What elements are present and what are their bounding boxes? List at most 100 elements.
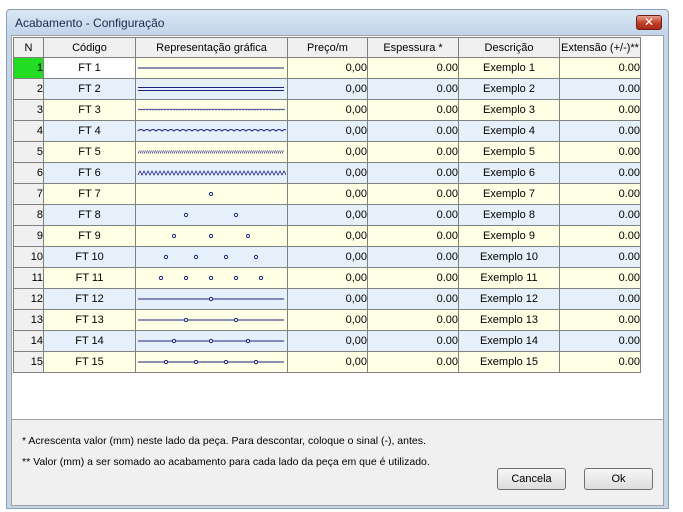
espessura-cell[interactable]: 0.00 [367,57,459,79]
header-espessura[interactable]: Espessura * [367,37,459,58]
pattern-cell[interactable] [135,246,288,268]
extensao-cell[interactable]: 0.00 [559,246,641,268]
table-row[interactable]: 12 FT 12 0,00 0.00 Exemplo 12 0.00 [13,288,641,310]
pattern-cell[interactable] [135,330,288,352]
descricao-cell[interactable]: Exemplo 5 [458,141,560,163]
table-row[interactable]: 10 FT 10 0,00 0.00 Exemplo 10 0.00 [13,246,641,268]
row-number-cell[interactable]: 10 [13,246,44,268]
header-representacao[interactable]: Representação gráfica [135,37,288,58]
extensao-cell[interactable]: 0.00 [559,120,641,142]
table-row[interactable]: 5 FT 5 0,00 0.00 Exemplo 5 0.00 [13,141,641,163]
header-preco[interactable]: Preço/m [287,37,368,58]
preco-cell[interactable]: 0,00 [287,330,368,352]
preco-cell[interactable]: 0,00 [287,225,368,247]
preco-cell[interactable]: 0,00 [287,120,368,142]
preco-cell[interactable]: 0,00 [287,78,368,100]
extensao-cell[interactable]: 0.00 [559,141,641,163]
pattern-cell[interactable] [135,141,288,163]
extensao-cell[interactable]: 0.00 [559,99,641,121]
codigo-cell[interactable]: FT 13 [43,309,136,331]
pattern-cell[interactable] [135,204,288,226]
extensao-cell[interactable]: 0.00 [559,162,641,184]
pattern-cell[interactable] [135,288,288,310]
descricao-cell[interactable]: Exemplo 7 [458,183,560,205]
pattern-cell[interactable] [135,309,288,331]
row-number-cell[interactable]: 6 [13,162,44,184]
codigo-cell[interactable]: FT 4 [43,120,136,142]
table-row[interactable]: 14 FT 14 0,00 0.00 Exemplo 14 0.00 [13,330,641,352]
header-extensao[interactable]: Extensão (+/-)** [559,37,641,58]
espessura-cell[interactable]: 0.00 [367,351,459,373]
descricao-cell[interactable]: Exemplo 13 [458,309,560,331]
extensao-cell[interactable]: 0.00 [559,351,641,373]
descricao-cell[interactable]: Exemplo 14 [458,330,560,352]
codigo-cell[interactable]: FT 6 [43,162,136,184]
row-number-cell[interactable]: 9 [13,225,44,247]
codigo-cell[interactable]: FT 11 [43,267,136,289]
cancel-button[interactable]: Cancela [497,468,566,490]
pattern-cell[interactable] [135,183,288,205]
row-number-cell[interactable]: 3 [13,99,44,121]
extensao-cell[interactable]: 0.00 [559,267,641,289]
espessura-cell[interactable]: 0.00 [367,267,459,289]
codigo-cell[interactable]: FT 8 [43,204,136,226]
close-button[interactable]: ✕ [636,15,662,30]
espessura-cell[interactable]: 0.00 [367,99,459,121]
row-number-cell[interactable]: 11 [13,267,44,289]
preco-cell[interactable]: 0,00 [287,99,368,121]
ok-button[interactable]: Ok [584,468,653,490]
extensao-cell[interactable]: 0.00 [559,288,641,310]
table-row[interactable]: 4 FT 4 0,00 0.00 Exemplo 4 0.00 [13,120,641,142]
preco-cell[interactable]: 0,00 [287,204,368,226]
codigo-cell[interactable]: FT 7 [43,183,136,205]
codigo-cell[interactable]: FT 14 [43,330,136,352]
espessura-cell[interactable]: 0.00 [367,162,459,184]
descricao-cell[interactable]: Exemplo 2 [458,78,560,100]
row-number-cell[interactable]: 8 [13,204,44,226]
espessura-cell[interactable]: 0.00 [367,183,459,205]
descricao-cell[interactable]: Exemplo 8 [458,204,560,226]
espessura-cell[interactable]: 0.00 [367,330,459,352]
preco-cell[interactable]: 0,00 [287,246,368,268]
pattern-cell[interactable] [135,99,288,121]
descricao-cell[interactable]: Exemplo 9 [458,225,560,247]
descricao-cell[interactable]: Exemplo 4 [458,120,560,142]
espessura-cell[interactable]: 0.00 [367,120,459,142]
table-row[interactable]: 3 FT 3 0,00 0.00 Exemplo 3 0.00 [13,99,641,121]
extensao-cell[interactable]: 0.00 [559,57,641,79]
table-row[interactable]: 7 FT 7 0,00 0.00 Exemplo 7 0.00 [13,183,641,205]
preco-cell[interactable]: 0,00 [287,162,368,184]
espessura-cell[interactable]: 0.00 [367,246,459,268]
extensao-cell[interactable]: 0.00 [559,78,641,100]
descricao-cell[interactable]: Exemplo 1 [458,57,560,79]
pattern-cell[interactable] [135,120,288,142]
extensao-cell[interactable]: 0.00 [559,204,641,226]
row-number-cell[interactable]: 13 [13,309,44,331]
table-row[interactable]: 13 FT 13 0,00 0.00 Exemplo 13 0.00 [13,309,641,331]
table-row[interactable]: 15 FT 15 0,00 0.00 Exemplo 15 0.00 [13,351,641,373]
codigo-cell[interactable]: FT 1 [43,57,136,79]
descricao-cell[interactable]: Exemplo 3 [458,99,560,121]
row-number-cell[interactable]: 1 [13,57,44,79]
pattern-cell[interactable] [135,78,288,100]
table-row[interactable]: 1 FT 1 0,00 0.00 Exemplo 1 0.00 [13,57,641,79]
table-row[interactable]: 9 FT 9 0,00 0.00 Exemplo 9 0.00 [13,225,641,247]
row-number-cell[interactable]: 15 [13,351,44,373]
pattern-cell[interactable] [135,225,288,247]
espessura-cell[interactable]: 0.00 [367,78,459,100]
descricao-cell[interactable]: Exemplo 12 [458,288,560,310]
row-number-cell[interactable]: 14 [13,330,44,352]
row-number-cell[interactable]: 2 [13,78,44,100]
table-row[interactable]: 6 FT 6 0,00 0.00 Exemplo 6 0.00 [13,162,641,184]
preco-cell[interactable]: 0,00 [287,351,368,373]
extensao-cell[interactable]: 0.00 [559,183,641,205]
preco-cell[interactable]: 0,00 [287,141,368,163]
codigo-cell[interactable]: FT 5 [43,141,136,163]
preco-cell[interactable]: 0,00 [287,288,368,310]
espessura-cell[interactable]: 0.00 [367,225,459,247]
descricao-cell[interactable]: Exemplo 6 [458,162,560,184]
table-row[interactable]: 8 FT 8 0,00 0.00 Exemplo 8 0.00 [13,204,641,226]
table-row[interactable]: 2 FT 2 0,00 0.00 Exemplo 2 0.00 [13,78,641,100]
preco-cell[interactable]: 0,00 [287,183,368,205]
pattern-cell[interactable] [135,162,288,184]
